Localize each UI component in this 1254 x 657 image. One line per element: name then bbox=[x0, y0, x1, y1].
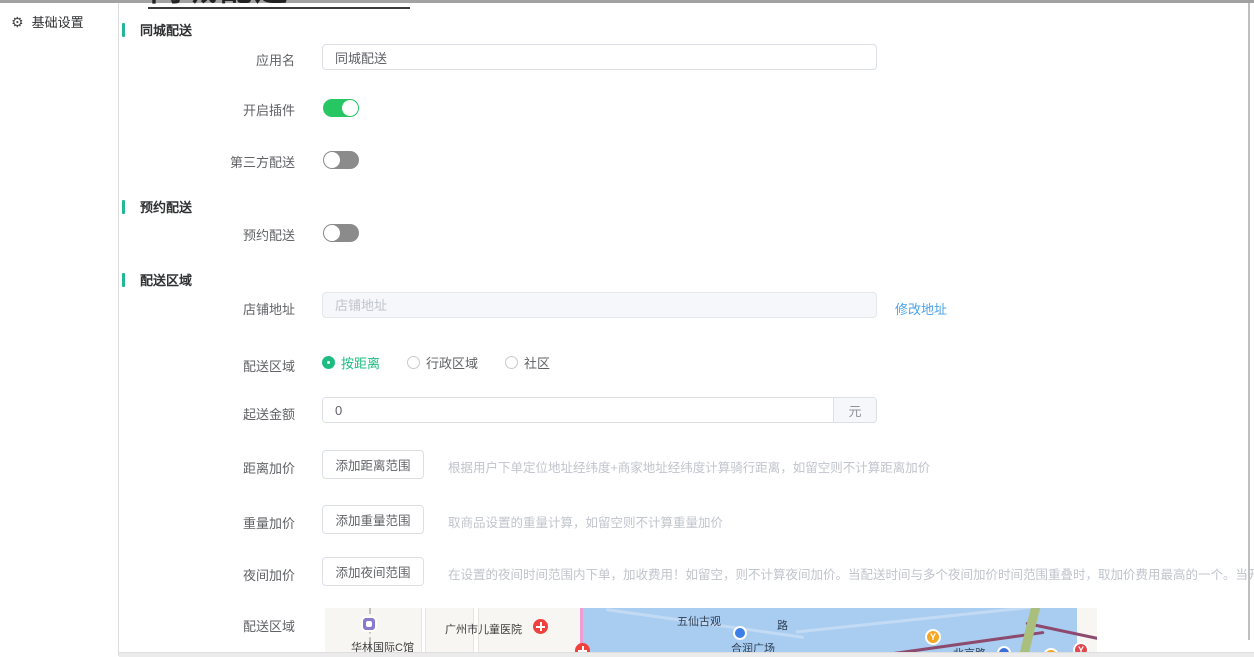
night-surcharge-hint: 在设置的夜间时间范围内下单，加收费用！如留空，则不计算夜间加价。当配送时间与多个… bbox=[448, 568, 1254, 582]
modify-address-link[interactable]: 修改地址 bbox=[895, 299, 947, 318]
map-area-label: 配送区域 bbox=[242, 619, 295, 634]
section-title: 同城配送 bbox=[140, 23, 193, 38]
radio-by-distance[interactable]: 按距离 bbox=[322, 353, 380, 372]
section-local-delivery: 同城配送 bbox=[122, 20, 192, 39]
section-delivery-area: 配送区域 bbox=[122, 270, 192, 289]
sidebar-item-label: 基础设置 bbox=[31, 15, 84, 30]
distance-surcharge-hint: 根据用户下单定位地址经纬度+商家地址经纬度计算骑行距离，如留空则不计算距离加价 bbox=[448, 461, 931, 475]
third-party-toggle[interactable] bbox=[323, 151, 359, 169]
third-party-label: 第三方配送 bbox=[229, 155, 295, 170]
city-delivery-settings-page: { "header": { "title": "同城配送" }, "sideba… bbox=[0, 0, 1254, 657]
map-info-icon bbox=[733, 626, 747, 640]
section-title: 配送区域 bbox=[140, 273, 193, 288]
page-title-underline bbox=[148, 7, 410, 9]
add-weight-range-button[interactable]: 添加重量范围 bbox=[322, 505, 424, 534]
gear-icon: ⚙ bbox=[11, 13, 24, 30]
content-right-border bbox=[1248, 3, 1250, 640]
section-bar bbox=[122, 22, 125, 37]
map-label-wuxian: 五仙古观 bbox=[677, 616, 721, 628]
section-bar bbox=[122, 199, 125, 214]
venue-icon bbox=[361, 616, 377, 632]
radio-admin-region[interactable]: 行政区域 bbox=[407, 353, 478, 372]
app-name-input[interactable] bbox=[322, 44, 877, 70]
map-street bbox=[421, 608, 426, 653]
radio-dot-icon bbox=[505, 356, 519, 369]
add-distance-range-button[interactable]: 添加距离范围 bbox=[322, 450, 424, 479]
section-bar bbox=[122, 272, 125, 287]
radio-dot-icon bbox=[407, 356, 421, 369]
weight-surcharge-hint: 取商品设置的重量计算，如留空则不计算重量加价 bbox=[448, 516, 724, 530]
radio-dot-icon bbox=[322, 356, 335, 369]
map-station-marker: Y bbox=[925, 629, 941, 645]
radio-label: 社区 bbox=[524, 356, 551, 371]
weight-surcharge-label: 重量加价 bbox=[242, 516, 295, 531]
horizontal-scrollbar-track[interactable] bbox=[119, 652, 1254, 657]
radio-label: 行政区域 bbox=[426, 356, 479, 371]
delivery-area-map[interactable]: 广州市儿童医院 华林国际C馆 五仙古观 路 合润广场 Y 北京路 Y Y bbox=[325, 608, 1097, 653]
min-amount-unit: 元 bbox=[833, 398, 876, 422]
toggle-knob bbox=[342, 100, 358, 116]
delivery-area-mode-label: 配送区域 bbox=[242, 359, 295, 374]
radio-community[interactable]: 社区 bbox=[505, 353, 550, 372]
min-amount-group: 元 bbox=[322, 397, 877, 423]
plugin-enabled-toggle[interactable] bbox=[323, 99, 359, 117]
section-reserve-delivery: 预约配送 bbox=[122, 197, 192, 216]
night-surcharge-label: 夜间加价 bbox=[242, 568, 295, 583]
toggle-knob bbox=[324, 225, 340, 241]
settings-panel: 同城配送 同城配送 应用名 开启插件 第三方配送 预约配送 预约配送 配送区域 … bbox=[119, 0, 1254, 656]
store-address-input[interactable] bbox=[322, 292, 877, 318]
app-name-label: 应用名 bbox=[255, 53, 295, 68]
distance-surcharge-label: 距离加价 bbox=[242, 461, 295, 476]
store-address-label: 店铺地址 bbox=[242, 302, 295, 317]
sidebar: ⚙ 基础设置 bbox=[0, 3, 119, 656]
add-night-range-button[interactable]: 添加夜间范围 bbox=[322, 557, 424, 586]
min-amount-label: 起送金额 bbox=[242, 407, 295, 422]
min-amount-input[interactable] bbox=[323, 398, 833, 422]
reserve-label: 预约配送 bbox=[242, 228, 295, 243]
section-title: 预约配送 bbox=[140, 200, 193, 215]
hospital-cross-icon bbox=[533, 619, 548, 634]
delivery-area-mode-radios: 按距离 行政区域 社区 bbox=[322, 353, 550, 372]
page-title: 同城配送 bbox=[150, 0, 290, 5]
map-label-hospital: 广州市儿童医院 bbox=[445, 624, 522, 636]
radio-label: 按距离 bbox=[341, 356, 381, 371]
reserve-toggle[interactable] bbox=[323, 224, 359, 242]
toggle-knob bbox=[324, 152, 340, 168]
sidebar-item-basic-settings[interactable]: ⚙ 基础设置 bbox=[0, 3, 118, 40]
map-label-road: 路 bbox=[777, 620, 788, 632]
plugin-enabled-label: 开启插件 bbox=[242, 103, 295, 118]
map-label-hualin: 华林国际C馆 bbox=[351, 642, 414, 653]
